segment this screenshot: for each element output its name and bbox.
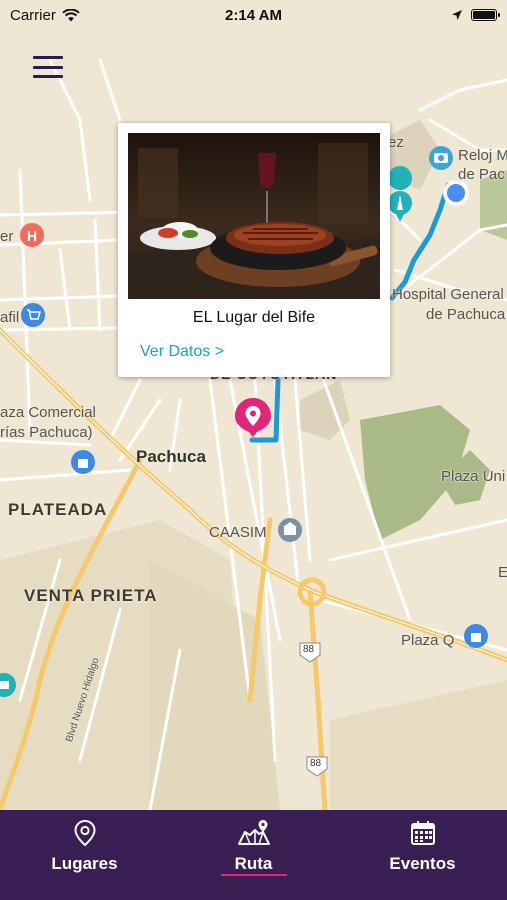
hamburger-menu-icon[interactable] <box>33 54 63 80</box>
museum-poi-icon[interactable] <box>278 518 302 542</box>
map-label-pachuca: Pachuca <box>136 447 206 466</box>
map-view[interactable]: H Reloj M de Pac ez er afil Hospital Gen… <box>0 0 507 810</box>
map-label-caasim: CAASIM <box>209 524 267 541</box>
map-label-plaza-comercial-2: rías Pachuca) <box>0 424 93 441</box>
place-title: EL Lugar del Bife <box>192 309 316 326</box>
hospital-poi-icon[interactable]: H <box>20 223 44 247</box>
tab-ruta[interactable]: Ruta <box>169 810 338 900</box>
status-right <box>451 9 500 21</box>
battery-fill <box>473 11 495 19</box>
map-label-reloj: Reloj M <box>458 147 507 164</box>
menu-line <box>33 65 63 69</box>
status-bar: Carrier 2:14 AM <box>0 0 507 30</box>
map-label-er: er <box>0 228 14 245</box>
shopping-bag-poi-icon-2[interactable] <box>464 624 488 648</box>
menu-line <box>33 56 63 59</box>
place-popup[interactable]: EL Lugar del Bife Ver Datos > <box>118 123 390 377</box>
tab-label-eventos: Eventos <box>389 854 456 873</box>
battery-icon <box>471 9 500 21</box>
shield-label-88-b: 88 <box>310 758 322 769</box>
tab-bar: Lugares Ruta Eventos <box>0 810 507 900</box>
map-label-plaza-comercial-1: aza Comercial <box>0 404 96 421</box>
view-details-link[interactable]: Ver Datos > <box>140 343 380 361</box>
shopping-bag-poi-icon[interactable] <box>71 450 95 474</box>
shopping-cart-poi-icon[interactable] <box>21 303 45 327</box>
tab-lugares[interactable]: Lugares <box>0 810 169 900</box>
map-label-plaza-q: Plaza Q <box>401 632 455 649</box>
map-label-hospital-1: Hospital General <box>392 286 504 303</box>
map-label-plateada: PLATEADA <box>8 500 108 519</box>
active-tab-indicator <box>220 874 287 876</box>
map-label-e: E <box>498 564 507 581</box>
map-pin-icon[interactable] <box>233 396 273 438</box>
tab-label-lugares: Lugares <box>51 854 118 873</box>
map-label-venta-prieta: VENTA PRIETA <box>24 586 158 605</box>
map-label-ez: ez <box>388 134 404 151</box>
place-photo <box>128 133 380 299</box>
tab-eventos[interactable]: Eventos <box>338 810 507 900</box>
map-route-icon <box>237 820 270 845</box>
menu-line <box>33 75 63 78</box>
svg-text:H: H <box>27 228 37 244</box>
wifi-icon <box>62 8 80 21</box>
map-label-hospital-2: de Pachuca <box>426 306 506 323</box>
location-pin-icon <box>73 819 96 847</box>
map-label-plaza-uni: Plaza Uni <box>441 468 506 485</box>
tab-label-ruta: Ruta <box>234 854 273 873</box>
camera-poi-icon[interactable] <box>429 146 453 170</box>
carrier-label: Carrier <box>10 6 56 24</box>
status-left: Carrier <box>10 7 80 24</box>
calendar-icon <box>410 821 435 845</box>
map-label-pac: de Pac <box>458 166 505 183</box>
map-label-afil: afil <box>0 309 20 326</box>
shield-label-88-a: 88 <box>303 644 315 655</box>
location-arrow-icon <box>452 10 462 20</box>
